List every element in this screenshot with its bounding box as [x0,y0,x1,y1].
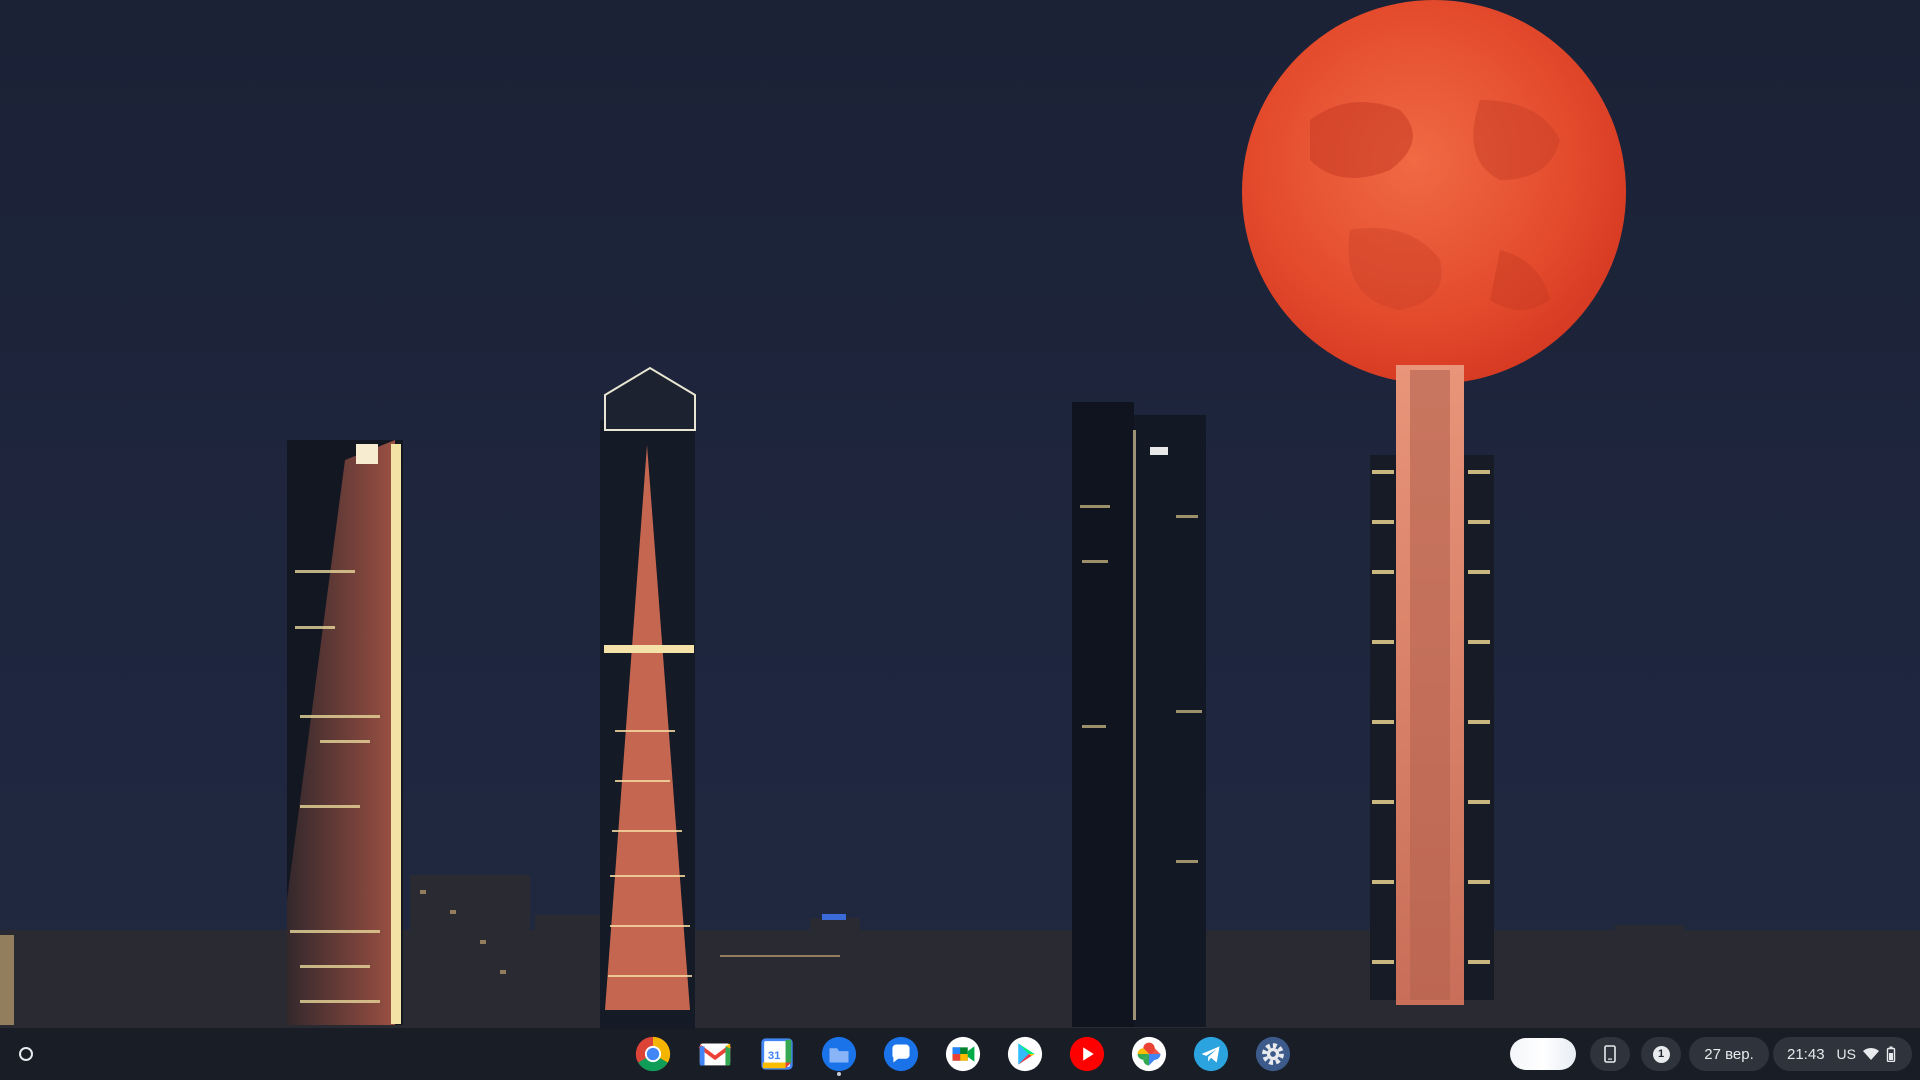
phone-hub-button[interactable] [1590,1037,1630,1071]
meet-icon [945,1036,981,1072]
app-telegram[interactable] [1188,1031,1234,1077]
youtube-icon [1069,1036,1105,1072]
wallpaper [0,0,1920,1080]
notification-count: 1 [1652,1045,1670,1063]
photos-icon [1131,1036,1167,1072]
tower-4 [1370,365,1494,1005]
tower-3 [1072,402,1206,1027]
app-messages[interactable] [878,1031,924,1077]
app-youtube[interactable] [1064,1031,1110,1077]
app-photos[interactable] [1126,1031,1172,1077]
holding-space-button[interactable] [1507,1037,1579,1071]
date-tray-button[interactable]: 27 вер. [1689,1037,1769,1071]
launcher-button[interactable] [8,1036,44,1072]
status-tray-button[interactable]: 21:43 US [1773,1037,1912,1071]
wifi-icon [1863,1047,1879,1060]
app-calendar[interactable]: 31 [754,1031,800,1077]
holding-space-preview [1510,1038,1576,1070]
app-settings[interactable] [1250,1031,1296,1077]
gmail-icon [698,1043,732,1066]
settings-icon [1255,1036,1291,1072]
phone-hub-icon [1604,1045,1616,1063]
date-label: 27 вер. [1704,1045,1754,1063]
pinned-apps: 31 [630,1028,1296,1080]
running-indicator [837,1072,841,1076]
play-store-icon [1007,1036,1043,1072]
app-files[interactable] [816,1031,862,1077]
shelf: 31 1 27 вер. 21:43 US [0,1028,1920,1080]
tower-1 [287,440,403,1025]
desktop: 31 1 27 вер. 21:43 US [0,0,1920,1080]
app-chrome[interactable] [630,1031,676,1077]
tower-2 [600,366,696,1030]
telegram-icon [1193,1036,1229,1072]
calendar-day-label: 31 [768,1050,781,1062]
moon-shape [1242,0,1626,384]
clock-label: 21:43 [1787,1045,1825,1063]
notification-counter-button[interactable]: 1 [1641,1037,1681,1071]
battery-icon [1886,1046,1896,1062]
app-play-store[interactable] [1002,1031,1048,1077]
app-gmail[interactable] [692,1031,738,1077]
app-meet[interactable] [940,1031,986,1077]
calendar-icon: 31 [761,1038,793,1070]
files-icon [821,1036,857,1072]
input-method-label: US [1836,1046,1856,1062]
launcher-circle-icon [19,1047,33,1061]
chrome-icon [635,1036,671,1072]
messages-icon [883,1036,919,1072]
